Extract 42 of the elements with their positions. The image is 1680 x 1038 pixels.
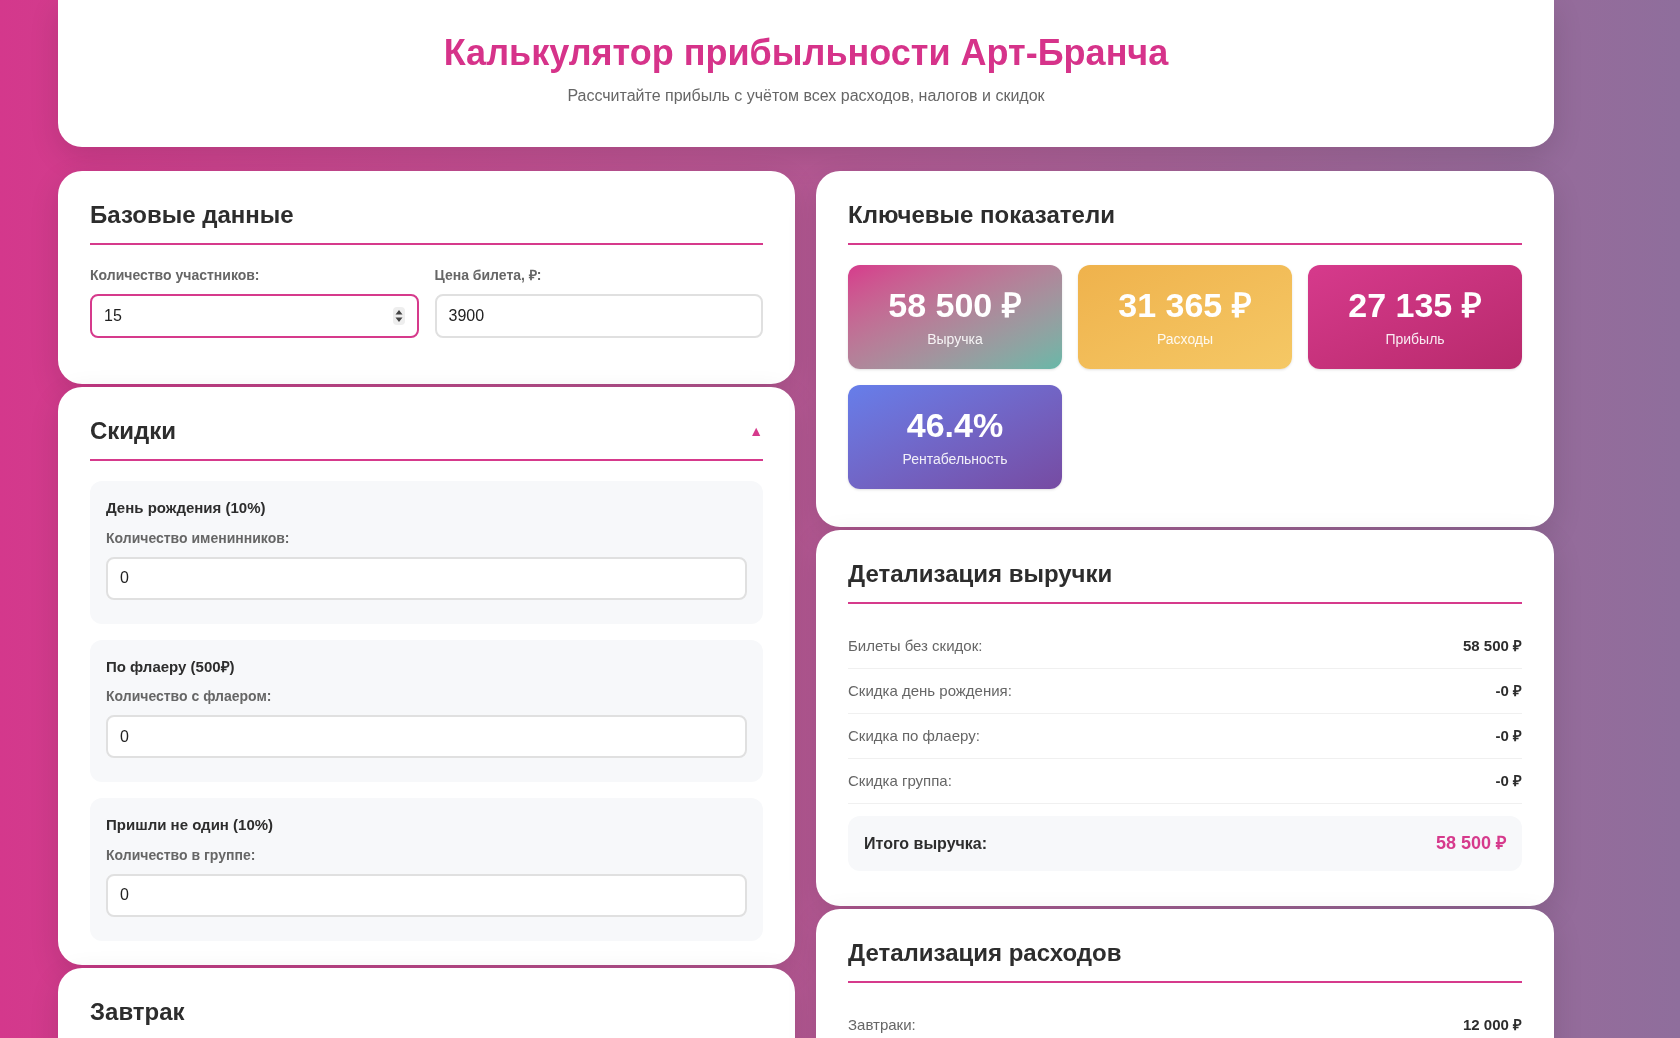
row-label: Скидка по флаеру:: [848, 725, 980, 746]
metric-value: 27 135 ₽: [1348, 284, 1482, 325]
metric-label: Выручка: [927, 329, 983, 349]
metric-value: 46.4%: [906, 404, 1004, 445]
section-title: Базовые данные: [90, 200, 294, 230]
section-title: Детализация выручки: [848, 559, 1113, 589]
field-label: Количество в группе:: [106, 845, 257, 865]
section-title: Завтрак: [90, 997, 186, 1027]
row-label: Завтраки:: [848, 1015, 916, 1036]
field-label: Цена билета, ₽:: [434, 266, 543, 285]
row-label: Скидка день рождения:: [848, 680, 1012, 701]
section-title: Ключевые показатели: [848, 200, 1115, 230]
metric-label: Рентабельность: [902, 449, 1008, 469]
row-value: 58 500 ₽: [1462, 635, 1522, 656]
section-title: Скидки: [90, 416, 177, 446]
field-label: Количество именинников:: [106, 528, 291, 548]
row-value: -0 ₽: [1495, 725, 1522, 746]
total-value: 58 500 ₽: [1435, 832, 1506, 855]
group-title: Пришли не один (10%): [106, 815, 275, 835]
group-title: День рождения (10%): [106, 498, 267, 518]
field-label: Количество с флаером:: [106, 687, 273, 706]
number-field[interactable]: 0: [106, 873, 747, 917]
metric-value: 31 365 ₽: [1118, 284, 1252, 325]
total-label: Итого выручка:: [864, 833, 988, 854]
row-label: Скидка группа:: [848, 770, 952, 791]
metric-label: Расходы: [1156, 329, 1214, 349]
page-subtitle: Рассчитайте прибыль с учётом всех расходов, налогов и скидок: [567, 86, 1045, 106]
number-field[interactable]: 3900: [434, 294, 763, 338]
metric-value: 58 500 ₽: [888, 284, 1022, 325]
field-label: Количество участников:: [90, 266, 261, 285]
row-label: Билеты без скидок:: [848, 635, 983, 656]
group-title: По флаеру (500₽): [106, 656, 236, 677]
number-field[interactable]: 0: [106, 556, 747, 600]
row-value: 12 000 ₽: [1462, 1015, 1522, 1036]
metric-label: Прибыль: [1385, 329, 1445, 349]
collapse-toggle[interactable]: ▲: [749, 420, 763, 442]
row-value: -0 ₽: [1495, 680, 1522, 701]
number-field[interactable]: 0: [106, 715, 747, 758]
row-value: -0 ₽: [1495, 770, 1522, 791]
number-field[interactable]: 15: [90, 294, 419, 338]
section-title: Детализация расходов: [848, 938, 1122, 968]
page-title: Калькулятор прибыльности Арт-Бранча: [443, 31, 1169, 75]
